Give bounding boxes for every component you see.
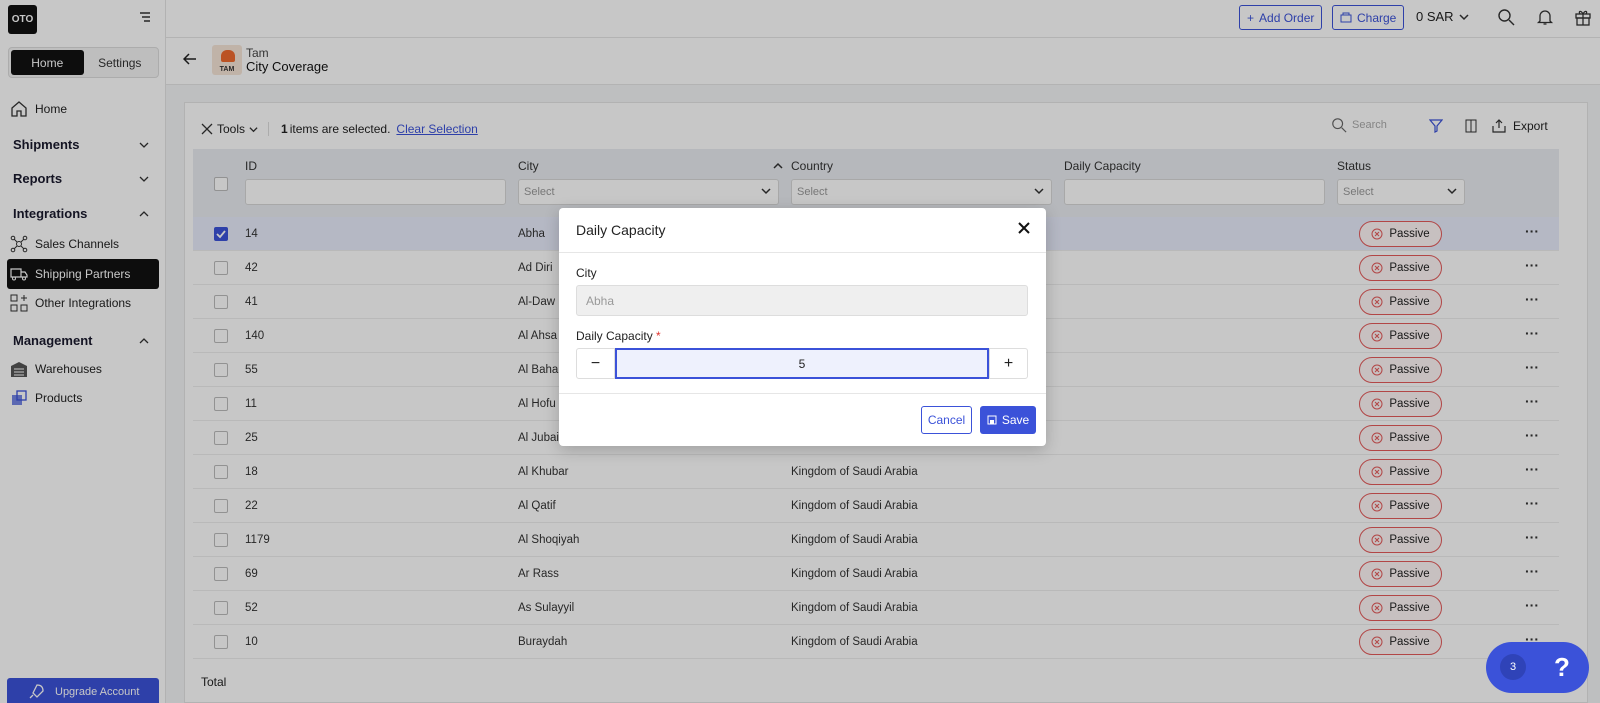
city-label: City — [576, 266, 597, 280]
app-root: OTO Home Settings Home Shipments Reports… — [0, 0, 1600, 703]
decrement-button[interactable]: − — [576, 348, 615, 379]
quantity-stepper: − 5 + — [576, 348, 1028, 379]
modal-divider — [559, 393, 1046, 394]
capacity-label: Daily Capacity * — [576, 329, 661, 343]
save-icon — [987, 415, 997, 425]
cancel-button[interactable]: Cancel — [921, 406, 972, 434]
city-field: Abha — [576, 285, 1028, 316]
modal-divider — [559, 252, 1046, 253]
modal-title: Daily Capacity — [576, 222, 666, 238]
save-label: Save — [1001, 413, 1030, 427]
help-count-badge: 3 — [1500, 654, 1526, 680]
increment-button[interactable]: + — [989, 348, 1028, 379]
city-field-value: Abha — [586, 293, 615, 308]
save-button[interactable]: Save — [980, 406, 1036, 434]
required-mark: * — [656, 329, 661, 343]
daily-capacity-modal: Daily Capacity City Abha Daily Capacity … — [559, 208, 1046, 446]
daily-capacity-input[interactable]: 5 — [615, 348, 989, 379]
help-widget[interactable]: 3 ? — [1486, 642, 1589, 693]
help-question-icon: ? — [1554, 652, 1570, 682]
close-icon[interactable] — [1016, 220, 1032, 236]
capacity-label-text: Daily Capacity — [576, 329, 653, 343]
